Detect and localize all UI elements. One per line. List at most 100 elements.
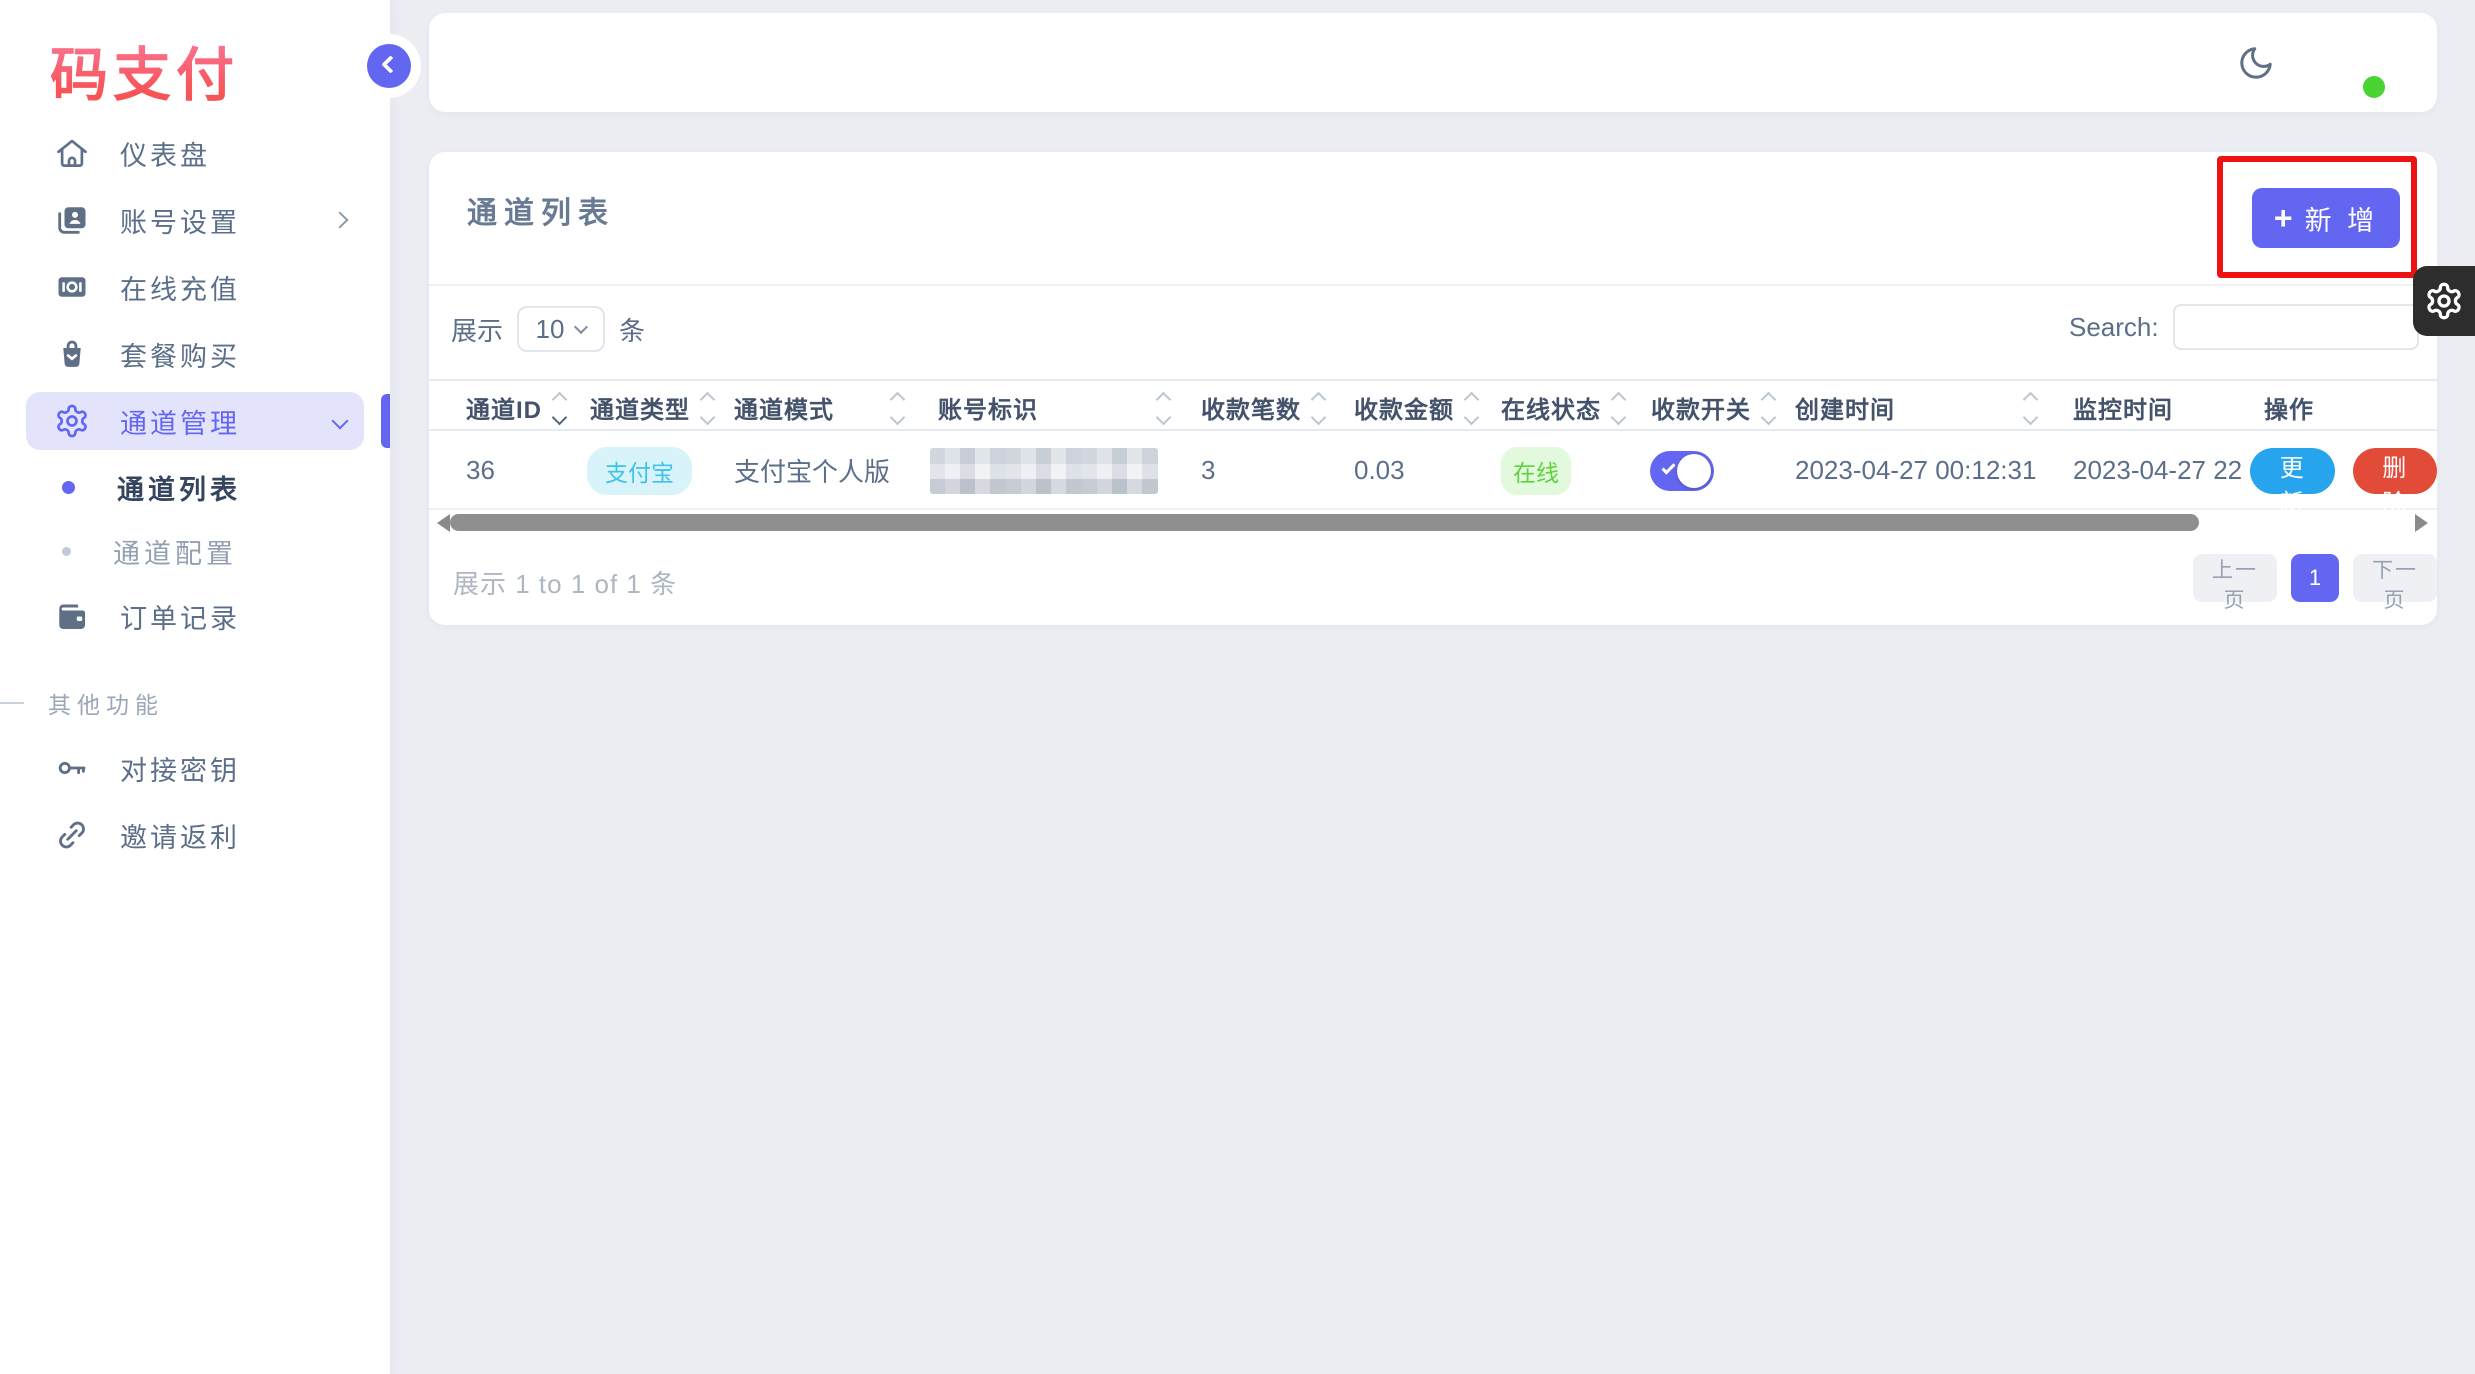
bullet-dot-icon — [62, 546, 71, 556]
search-input[interactable] — [2172, 304, 2419, 350]
sidebar-item-channel-management[interactable]: 通道管理 — [26, 392, 390, 450]
sort-icon — [1310, 391, 1327, 425]
column-header-created-at[interactable]: 创建时间 — [1795, 381, 2039, 433]
page-length-control: 展示 10 条 — [451, 306, 645, 352]
column-header-payments-amount[interactable]: 收款金额 — [1354, 381, 1480, 433]
sidebar-item-label: 订单记录 — [120, 603, 240, 634]
column-label: 账号标识 — [938, 396, 1038, 424]
sidebar-section-other: 其他功能 — [0, 681, 390, 725]
banknote-icon — [54, 269, 94, 305]
column-label: 通道类型 — [590, 396, 690, 424]
channel-type-badge: 支付宝 — [587, 446, 692, 495]
check-icon — [1661, 459, 1676, 475]
column-header-channel-type[interactable]: 通道类型 — [590, 381, 716, 433]
column-label: 收款开关 — [1651, 396, 1751, 424]
toggle-knob — [1677, 453, 1711, 488]
sidebar-item-label: 通道管理 — [120, 408, 240, 439]
next-page-button[interactable]: 下一页 — [2353, 554, 2437, 612]
sidebar-subitem-channel-list[interactable]: 通道列表 — [26, 459, 364, 515]
current-page-button[interactable]: 1 — [2291, 554, 2339, 602]
sidebar-item-api-keys[interactable]: 对接密钥 — [26, 739, 364, 797]
update-button[interactable]: 更新 — [2250, 447, 2335, 517]
sidebar-subitem-channel-config[interactable]: 通道配置 — [26, 523, 364, 579]
sidebar-item-label: 在线充值 — [120, 274, 240, 305]
table-horizontal-scrollbar[interactable] — [429, 512, 2437, 534]
sidebar-item-order-records[interactable]: 订单记录 — [26, 587, 364, 645]
cell-payments-amount: 0.03 — [1354, 455, 1405, 485]
sort-icon — [551, 391, 568, 425]
gear-icon — [2427, 282, 2461, 320]
sort-icon — [1760, 391, 1777, 425]
column-header-monitor-at[interactable]: 监控时间 — [2073, 381, 2173, 433]
scroll-left-arrow-icon[interactable] — [437, 514, 450, 532]
column-label: 创建时间 — [1795, 396, 1895, 424]
column-header-actions: 操作 — [2264, 381, 2314, 433]
delete-button[interactable]: 删除 — [2352, 447, 2437, 517]
sort-icon — [2022, 391, 2039, 425]
settings-fab-button[interactable] — [2413, 266, 2475, 336]
section-divider — [0, 702, 24, 704]
length-prefix-label: 展示 — [451, 315, 504, 346]
cell-account-id — [930, 431, 1158, 510]
page-length-select[interactable]: 10 — [517, 306, 606, 352]
chevron-down-icon — [331, 412, 349, 430]
section-label: 其他功能 — [48, 692, 164, 718]
sort-icon — [699, 391, 716, 425]
column-header-payment-switch[interactable]: 收款开关 — [1651, 381, 1777, 433]
sidebar-menu: 仪表盘 账号设置 在线充值 套餐购买 通道管理 通道列表 通道配置 订单记录 其… — [0, 124, 390, 873]
sidebar-item-online-recharge[interactable]: 在线充值 — [26, 258, 364, 316]
sidebar-subitem-label: 通道列表 — [117, 474, 241, 505]
column-label: 通道ID — [466, 396, 542, 424]
dark-mode-toggle[interactable] — [2237, 44, 2275, 82]
scroll-right-arrow-icon[interactable] — [2415, 514, 2428, 532]
cell-channel-mode: 支付宝个人版 — [734, 457, 891, 487]
sort-icon — [889, 391, 906, 425]
sidebar-collapse-button[interactable] — [367, 44, 411, 88]
column-header-channel-id[interactable]: 通道ID — [466, 381, 568, 433]
column-label: 操作 — [2264, 396, 2314, 424]
column-header-online-status[interactable]: 在线状态 — [1501, 381, 1627, 433]
table-row: 36 支付宝 支付宝个人版 3 0.03 在线 2023-04-27 00:12… — [429, 431, 2437, 517]
plus-icon: + — [2273, 199, 2293, 236]
cell-monitor-at: 2023-04-27 22 — [2073, 455, 2243, 485]
sidebar-item-label: 套餐购买 — [120, 341, 240, 372]
sidebar-item-package-purchase[interactable]: 套餐购买 — [26, 325, 364, 383]
cell-online-status: 在线 — [1501, 431, 1571, 510]
column-header-channel-mode[interactable]: 通道模式 — [734, 381, 906, 433]
table-info-text: 展示 1 to 1 of 1 条 — [453, 569, 678, 599]
sidebar-item-account-settings[interactable]: 账号设置 — [26, 191, 364, 249]
sidebar-item-dashboard[interactable]: 仪表盘 — [26, 124, 364, 182]
app-screen: 码支付 仪表盘 账号设置 在线充值 套餐购买 通道管理 通道列表 通道配置 订单… — [0, 0, 2475, 1374]
wallet-icon — [54, 598, 94, 634]
add-channel-button[interactable]: + 新 增 — [2252, 188, 2400, 248]
active-item-indicator — [381, 394, 390, 448]
app-logo: 码支付 — [50, 28, 239, 112]
bullet-dot-icon — [62, 480, 75, 494]
chevron-left-icon — [381, 55, 400, 74]
cell-channel-id: 36 — [466, 455, 495, 485]
chevron-down-icon — [574, 319, 589, 335]
account-id-masked — [930, 447, 1158, 494]
table-header-row: 通道ID 通道类型 通道模式 账号标识 收款笔数 收款金额 在线状态 收款开关 … — [429, 379, 2437, 431]
shopping-bag-icon — [54, 336, 94, 372]
column-header-account-id[interactable]: 账号标识 — [938, 381, 1172, 433]
prev-page-button[interactable]: 上一页 — [2193, 554, 2277, 612]
sidebar-item-invite-rebate[interactable]: 邀请返利 — [26, 806, 364, 864]
search-label: Search: — [2069, 311, 2159, 342]
home-icon — [54, 135, 94, 171]
payment-switch-toggle[interactable] — [1650, 450, 1714, 491]
online-status-dot — [2363, 75, 2385, 98]
column-header-payments-count[interactable]: 收款笔数 — [1201, 381, 1327, 433]
sort-icon — [1463, 391, 1480, 425]
length-suffix-label: 条 — [619, 315, 646, 346]
column-label: 收款金额 — [1354, 396, 1454, 424]
user-avatar[interactable] — [2315, 30, 2385, 98]
sidebar-item-label: 账号设置 — [120, 207, 240, 238]
key-icon — [54, 750, 94, 786]
sidebar: 码支付 仪表盘 账号设置 在线充值 套餐购买 通道管理 通道列表 通道配置 订单… — [0, 0, 390, 1374]
main-area: 通道列表 + 新 增 展示 10 条 Search: 通道ID 通道类型 通道模… — [390, 0, 2475, 1374]
column-label: 监控时间 — [2073, 396, 2173, 424]
sort-icon — [1155, 391, 1172, 425]
add-button-label: 新 增 — [2304, 205, 2379, 236]
scrollbar-thumb[interactable] — [450, 514, 2199, 531]
